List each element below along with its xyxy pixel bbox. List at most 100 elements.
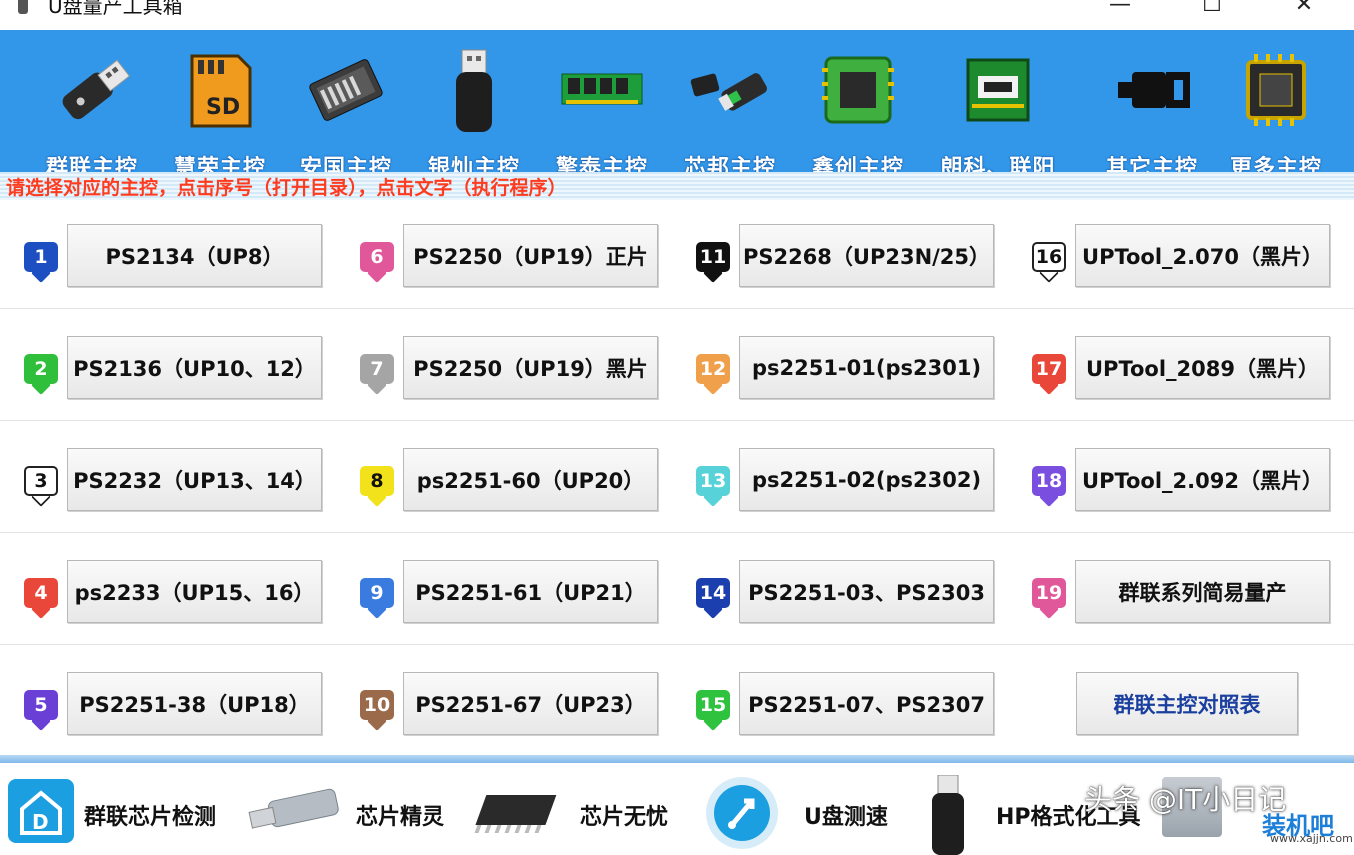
row-divider xyxy=(0,308,1354,309)
controller-button-1[interactable]: PS2134（UP8） xyxy=(67,224,322,287)
controller-badge-11[interactable]: 11 xyxy=(696,242,730,283)
controller-button-7[interactable]: PS2250（UP19）黑片 xyxy=(403,336,658,399)
badge-number: 18 xyxy=(1035,470,1063,492)
badge-number: 9 xyxy=(370,582,384,604)
circuit-board-icon xyxy=(950,42,1046,138)
controller-button-13[interactable]: ps2251-02(ps2302) xyxy=(739,448,994,511)
hint-text: 请选择对应的主控，点击序号（打开目录），点击文字（执行程序） xyxy=(6,177,567,199)
toolbar-item-chipsbank[interactable]: 芯邦主控 xyxy=(668,42,792,181)
flash-drive-icon xyxy=(682,42,778,138)
usb-drive-icon xyxy=(44,42,140,138)
house-d-icon: D xyxy=(8,779,74,843)
toolbar-item-siliconmotion[interactable]: SD 慧荣主控 xyxy=(158,42,282,181)
controller-button-19[interactable]: 群联系列简易量产 xyxy=(1075,560,1330,623)
controller-badge-13[interactable]: 13 xyxy=(696,466,730,507)
controller-badge-19[interactable]: 19 xyxy=(1032,578,1066,619)
controller-badge-7[interactable]: 7 xyxy=(360,354,394,395)
toolbar-item-others[interactable]: 其它主控 xyxy=(1090,42,1214,181)
svg-text:SD: SD xyxy=(206,95,240,120)
badge-number: 10 xyxy=(363,694,391,716)
processor-icon xyxy=(1228,42,1324,138)
tool-label: 芯片无忧 xyxy=(580,805,669,830)
controller-badge-1[interactable]: 1 xyxy=(24,242,58,283)
controller-badge-2[interactable]: 2 xyxy=(24,354,58,395)
watermark-url: www.xajjn.com xyxy=(1270,832,1353,845)
controller-button-9[interactable]: PS2251-61（UP21） xyxy=(403,560,658,623)
tool-label: U盘测速 xyxy=(804,805,888,830)
toolbar-item-innostor[interactable]: 银灿主控 xyxy=(412,42,536,181)
badge-number: 17 xyxy=(1035,358,1063,380)
tool-usb-speed-test[interactable]: U盘测速 xyxy=(700,773,900,849)
controller-button-17[interactable]: UPTool_2089（黑片） xyxy=(1075,336,1330,399)
usb-plug-icon xyxy=(1104,42,1200,138)
controller-button-6[interactable]: PS2250（UP19）正片 xyxy=(403,224,658,287)
controller-badge-3[interactable]: 3 xyxy=(24,466,58,507)
toolbar-item-alcor[interactable]: 安国主控 xyxy=(284,42,408,181)
row-divider xyxy=(0,420,1354,421)
controller-badge-4[interactable]: 4 xyxy=(24,578,58,619)
controller-badge-5[interactable]: 5 xyxy=(24,690,58,731)
badge-number: 15 xyxy=(699,694,727,716)
toolbar-item-phison[interactable]: 群联主控 xyxy=(30,42,154,181)
title-bar: U盘量产工具箱 — ☐ ✕ xyxy=(0,0,1354,30)
tool-chip-easy[interactable]: 芯片无忧 xyxy=(470,773,694,843)
phison-compare-table-button[interactable]: 群联主控对照表 xyxy=(1076,672,1298,735)
badge-number: 13 xyxy=(699,470,727,492)
controller-badge-10[interactable]: 10 xyxy=(360,690,394,731)
controller-button-11[interactable]: PS2268（UP23N/25） xyxy=(739,224,994,287)
badge-number: 1 xyxy=(34,246,48,268)
hint-bar: 请选择对应的主控，点击序号（打开目录），点击文字（执行程序） xyxy=(0,172,1354,200)
bottom-separator xyxy=(0,755,1354,763)
controller-button-3[interactable]: PS2232（UP13、14） xyxy=(67,448,322,511)
close-button[interactable]: ✕ xyxy=(1284,0,1324,22)
controller-badge-9[interactable]: 9 xyxy=(360,578,394,619)
badge-number: 14 xyxy=(699,582,727,604)
ic-chip-icon xyxy=(474,795,557,833)
toolbar-item-more[interactable]: 更多主控 xyxy=(1214,42,1338,181)
usb-metal-drive-icon xyxy=(248,788,339,829)
tool-phison-chip-detect[interactable]: D 群联芯片检测 xyxy=(6,773,246,843)
row-divider xyxy=(0,644,1354,645)
controller-badge-18[interactable]: 18 xyxy=(1032,466,1066,507)
controller-button-10[interactable]: PS2251-67（UP23） xyxy=(403,672,658,735)
app-icon xyxy=(18,0,28,14)
badge-number: 3 xyxy=(34,470,48,492)
toolbar-item-netac-ite[interactable]: 朗科、联阳 xyxy=(936,42,1060,181)
controller-badge-16[interactable]: 16 xyxy=(1032,242,1066,283)
controller-button-4[interactable]: ps2233（UP15、16） xyxy=(67,560,322,623)
sd-card-icon: SD xyxy=(172,42,268,138)
controller-button-2[interactable]: PS2136（UP10、12） xyxy=(67,336,322,399)
controller-badge-12[interactable]: 12 xyxy=(696,354,730,395)
chip-icon xyxy=(810,42,906,138)
controller-button-14[interactable]: PS2251-03、PS2303 xyxy=(739,560,994,623)
tool-chip-genius[interactable]: 芯片精灵 xyxy=(246,773,470,843)
toolbar-item-usbest[interactable]: 鑫创主控 xyxy=(796,42,920,181)
controller-badge-15[interactable]: 15 xyxy=(696,690,730,731)
controller-button-18[interactable]: UPTool_2.092（黑片） xyxy=(1075,448,1330,511)
maximize-button[interactable]: ☐ xyxy=(1192,0,1232,22)
controller-button-12[interactable]: ps2251-01(ps2301) xyxy=(739,336,994,399)
black-usb-icon xyxy=(932,775,964,855)
controller-button-5[interactable]: PS2251-38（UP18） xyxy=(67,672,322,735)
usb-speed-icon xyxy=(706,777,778,849)
minimize-button[interactable]: — xyxy=(1100,0,1140,22)
tool-label: 群联芯片检测 xyxy=(84,805,217,830)
controller-toolbar: 群联主控 SD 慧荣主控 安国主控 银灿主控 擎泰主控 芯邦主控 鑫创主控 朗科… xyxy=(0,30,1354,181)
window-title: U盘量产工具箱 xyxy=(48,0,183,18)
badge-number: 19 xyxy=(1035,582,1063,604)
controller-button-15[interactable]: PS2251-07、PS2307 xyxy=(739,672,994,735)
badge-number: 5 xyxy=(34,694,48,716)
controller-badge-17[interactable]: 17 xyxy=(1032,354,1066,395)
usb-stick-icon xyxy=(426,42,522,138)
badge-number: 8 xyxy=(370,470,384,492)
row-divider xyxy=(0,532,1354,533)
controller-badge-14[interactable]: 14 xyxy=(696,578,730,619)
controller-badge-8[interactable]: 8 xyxy=(360,466,394,507)
watermark-text: 头条 @IT小日记 xyxy=(1084,783,1287,816)
controller-button-16[interactable]: UPTool_2.070（黑片） xyxy=(1075,224,1330,287)
badge-number: 2 xyxy=(34,358,48,380)
badge-number: 11 xyxy=(699,246,727,268)
controller-button-8[interactable]: ps2251-60（UP20） xyxy=(403,448,658,511)
controller-badge-6[interactable]: 6 xyxy=(360,242,394,283)
toolbar-item-skymedi[interactable]: 擎泰主控 xyxy=(540,42,664,181)
